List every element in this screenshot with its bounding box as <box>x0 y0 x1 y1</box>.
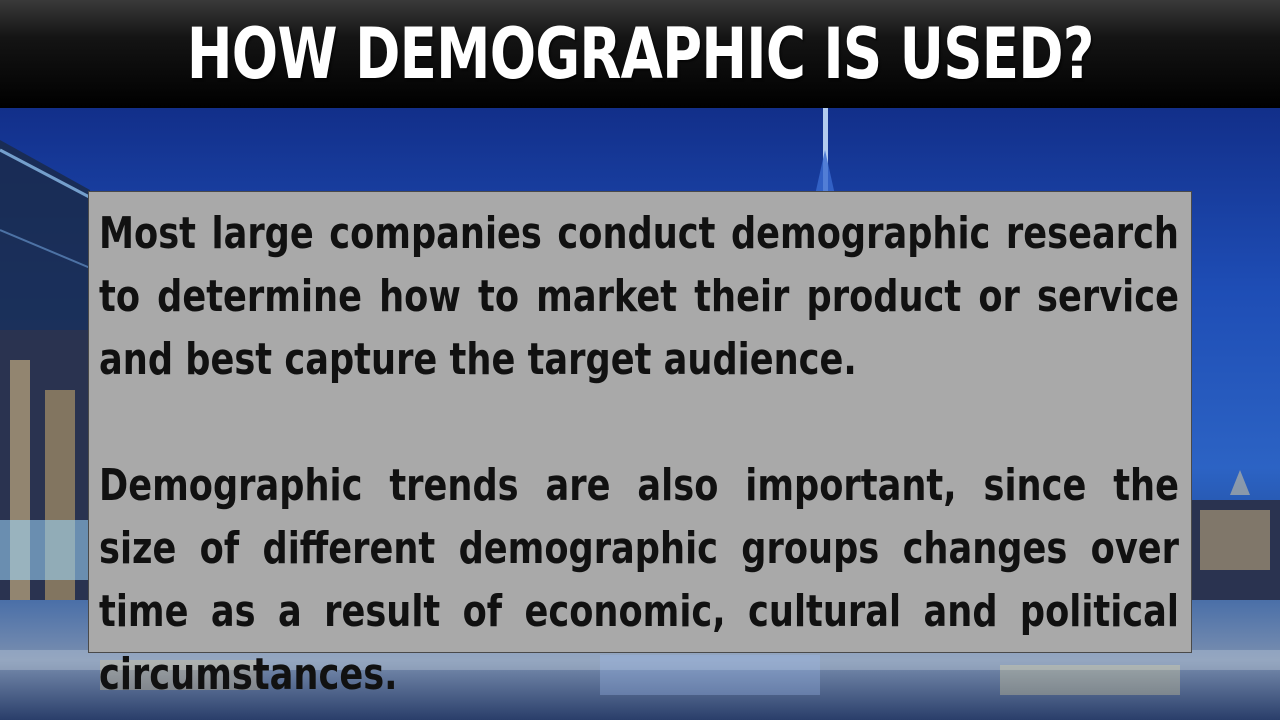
title-bar: HOW DEMOGRAPHIC IS USED? <box>0 0 1280 108</box>
content-box: Most large companies conduct demographic… <box>88 191 1192 700</box>
slide-title: HOW DEMOGRAPHIC IS USED? <box>186 13 1095 95</box>
paragraph-1: Most large companies conduct demographic… <box>99 208 1179 385</box>
paragraph-2: Demographic trends are also important, s… <box>99 460 1179 700</box>
slide: HOW DEMOGRAPHIC IS USED? Most large comp… <box>0 0 1280 720</box>
